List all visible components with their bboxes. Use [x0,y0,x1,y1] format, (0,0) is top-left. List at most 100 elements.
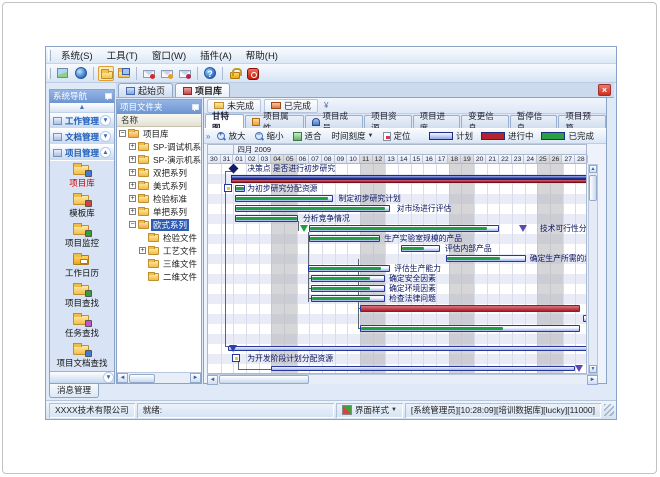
scroll-right-icon[interactable]: ► [190,373,201,383]
tree-column-header[interactable]: 名称 [117,114,201,127]
lock-icon[interactable] [227,66,243,81]
task-bar[interactable] [271,366,575,371]
sidebar-scroll-up-button[interactable]: ▲ [50,103,114,113]
view-tab-变更信息[interactable]: 变更信息 [461,115,509,128]
tree-node-二维文件[interactable]: 二维文件 [117,270,201,283]
mail-orange-icon[interactable] [159,66,175,81]
doc-tab-项目库[interactable]: 项目库 [175,83,230,97]
task-bar-评估生产能力[interactable] [308,265,390,272]
task-bar-确定生产所需的加工[interactable] [446,255,526,262]
sidebar-item-工作日历[interactable]: 工作日历 [50,251,114,281]
collapse-icon[interactable]: − [119,130,126,137]
view-tab-暂停信息[interactable]: 暂停信息 [510,115,558,128]
scroll-left-icon[interactable]: ◄ [207,375,218,385]
close-icon[interactable]: × [598,84,611,96]
milestone-triangle[interactable] [575,365,583,372]
sidebar-item-项目监控[interactable]: 项目监控 [50,221,114,251]
sidebar-item-任务查找[interactable]: 任务查找 [50,311,114,341]
pin-icon[interactable] [104,93,111,100]
summary-progress-bar[interactable] [231,179,587,183]
expand-icon[interactable]: + [129,156,136,163]
gantt-horizontal-scrollbar[interactable]: ◄ ► [207,374,598,384]
gantt-button-时间刻度[interactable]: 时间刻度▼ [328,130,378,143]
scrollbar-thumb[interactable] [129,374,155,383]
toolbar-overflow-icon[interactable]: » [204,132,212,141]
sidebar-group-工作管理[interactable]: 工作管理▼ [50,113,114,129]
tree-node-检验文件[interactable]: 检验文件 [117,231,201,244]
filter-overflow-icon[interactable]: ¥ [324,101,328,110]
tree-node-单把系列[interactable]: +单把系列 [117,205,201,218]
scroll-down-icon[interactable]: ▼ [589,365,597,373]
menu-插件(A)[interactable]: 插件(A) [193,47,239,63]
tree-node-双把系列[interactable]: +双把系列 [117,166,201,179]
task-bar-制定初步研究计划[interactable] [235,195,334,202]
view-tab-项目属性[interactable]: 项目属性 [245,115,303,128]
view-tab-甘特图[interactable]: 甘特图 [205,114,244,128]
menu-系统(S)[interactable]: 系统(S) [54,47,100,63]
expand-icon[interactable]: + [129,195,136,202]
tree-node-项目库[interactable]: −项目库 [117,127,201,140]
task-bar-确定环境因素[interactable] [311,285,386,292]
tree-node-三维文件[interactable]: 三维文件 [117,257,201,270]
expand-icon[interactable]: + [129,169,136,176]
view-tab-项目成员[interactable]: 项目成员 [305,115,363,128]
globe-icon[interactable] [73,66,89,81]
task-bar-生产实验室规模的产品[interactable] [309,235,380,242]
task-bar-检查法律问题[interactable] [311,295,386,302]
tree-horizontal-scrollbar[interactable]: ◄ ► [117,372,201,383]
task-bar-确定安全因素[interactable] [311,275,386,282]
task-bar[interactable] [360,325,580,332]
open-folder-icon[interactable] [98,66,114,81]
chevron-down-icon[interactable]: ▼ [103,372,114,383]
message-management-tab[interactable]: 消息管理 [49,384,99,398]
scroll-up-icon[interactable]: ▲ [589,165,597,173]
sidebar-item-项目查找[interactable]: 项目查找 [50,281,114,311]
milestone-triangle[interactable] [229,345,237,352]
logout-icon[interactable] [245,66,261,81]
sidebar-item-模板库[interactable]: 模板库 [50,191,114,221]
interface-style-button[interactable]: 界面样式 ▼ [336,403,403,418]
chevron-down-icon[interactable]: ▼ [100,115,111,126]
view-tab-项目资源[interactable]: 项目资源 [364,115,412,128]
task-bar[interactable] [583,315,587,322]
gantt-body[interactable]: 决策点 是否进行初步研究为初步研究分配资源制定初步研究计划对市场进行评估分析竞争… [207,164,587,374]
task-bar[interactable] [360,305,580,312]
view-tab-项目进度[interactable]: 项目进度 [413,115,461,128]
sidebar-group-项目管理[interactable]: 项目管理▲ [50,145,114,161]
scroll-right-icon[interactable]: ► [587,375,598,385]
pin-icon[interactable] [191,104,198,111]
sidebar-group-文档管理[interactable]: 文档管理▼ [50,129,114,145]
gantt-button-定位[interactable]: 定位 [379,130,414,143]
gantt-button-适合[interactable]: 适合 [289,130,325,143]
sidebar-partial-group[interactable]: ▼ [50,371,114,383]
task-bar-技术可行性分析[interactable] [309,225,499,232]
menubar-grip-handle[interactable] [48,50,51,61]
folder-window-icon[interactable] [116,66,132,81]
task-bar-为初步研究分配资源[interactable] [235,185,245,192]
tree-node-欧式系列[interactable]: −欧式系列 [117,218,201,231]
task-note-icon[interactable] [224,184,232,192]
menu-窗口(W)[interactable]: 窗口(W) [145,47,193,63]
mail-clock-icon[interactable] [177,66,193,81]
doc-tab-起始页[interactable]: 起始页 [118,83,173,97]
expand-icon[interactable]: + [129,208,136,215]
resize-grip[interactable] [604,404,614,416]
task-bar[interactable] [228,346,587,351]
expand-icon[interactable]: + [129,143,136,150]
expand-icon[interactable]: + [139,247,146,254]
task-bar-评估内部产品[interactable] [401,245,440,252]
view-tab-项目预算[interactable]: 项目预算 [558,115,606,128]
task-bar-分析竞争情况[interactable] [235,215,298,222]
task-bar-对市场进行评估[interactable] [235,205,391,212]
gantt-button-放大[interactable]: +放大 [213,130,249,143]
scroll-left-icon[interactable]: ◄ [117,373,128,383]
sidebar-item-项目库[interactable]: 项目库 [50,161,114,191]
gantt-vertical-scrollbar[interactable]: ▲ ▼ [588,164,598,374]
image-icon[interactable] [55,66,71,81]
tree-node-美式系列[interactable]: +美式系列 [117,179,201,192]
mail-red-icon[interactable] [141,66,157,81]
menu-帮助(H)[interactable]: 帮助(H) [239,47,285,63]
tree-node-SP-调试机系[interactable]: +SP-调试机系 [117,140,201,153]
scrollbar-thumb[interactable] [219,375,309,384]
scrollbar-thumb[interactable] [589,175,597,201]
